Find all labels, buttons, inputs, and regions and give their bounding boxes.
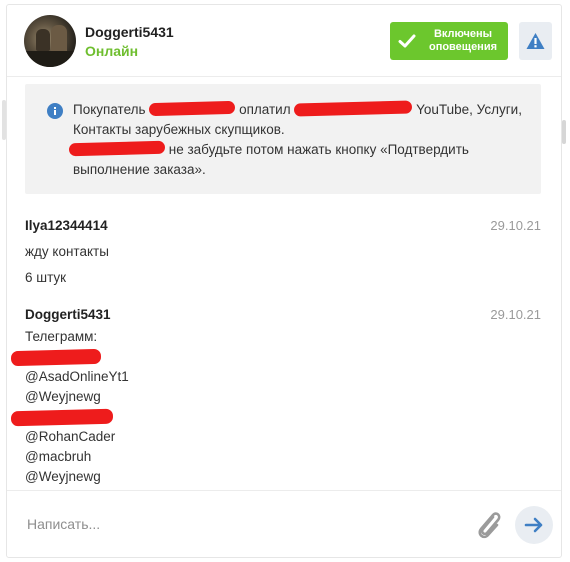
report-button[interactable] <box>519 22 552 60</box>
avatar[interactable] <box>24 15 76 67</box>
paperclip-icon <box>478 512 501 539</box>
message-input[interactable] <box>27 512 447 536</box>
message: Ilya12344414 29.10.21 жду контакты 6 шту… <box>25 218 541 288</box>
message-line: Телеграмм: <box>25 329 98 344</box>
redaction-mark <box>10 348 102 367</box>
redaction-mark <box>10 408 114 427</box>
message-composer <box>7 490 561 558</box>
message-line: 6 штук <box>25 270 67 285</box>
messages-area[interactable]: Покупатель оплатил YouTube, Услуги, Конт… <box>7 78 561 490</box>
page-scrollbar-right[interactable] <box>562 120 566 144</box>
chat-header: Doggerti5431 Онлайн Включены оповещения <box>7 5 561 77</box>
message-line: @AsadOnlineYt1 <box>25 369 129 384</box>
redaction-mark <box>68 140 166 157</box>
message-line: @Weyjnewg <box>25 469 101 484</box>
message-date: 29.10.21 <box>490 307 541 322</box>
message-line: @macbruh <box>25 449 92 464</box>
warning-icon <box>526 33 545 49</box>
chat-window: Doggerti5431 Онлайн Включены оповещения <box>6 4 562 558</box>
system-notice-text: Покупатель оплатил YouTube, Услуги, Конт… <box>68 100 531 180</box>
message-line: @RohanCader <box>25 429 116 444</box>
username[interactable]: Doggerti5431 <box>85 24 174 40</box>
redaction-mark <box>294 100 413 117</box>
attach-button[interactable] <box>473 508 503 540</box>
checkmark-icon <box>398 34 416 48</box>
message-line: жду контакты <box>25 244 109 259</box>
notice-part-1: Покупатель <box>73 102 146 117</box>
message-author[interactable]: Doggerti5431 <box>25 307 541 322</box>
arrow-right-icon <box>524 517 543 533</box>
message: Doggerti5431 29.10.21 Телеграмм: @AsadOn… <box>10 307 541 487</box>
system-notice: Покупатель оплатил YouTube, Услуги, Конт… <box>25 84 541 194</box>
message-date: 29.10.21 <box>490 218 541 233</box>
redacted-line <box>10 347 541 367</box>
online-status: Онлайн <box>85 43 139 59</box>
redaction-mark <box>149 100 236 117</box>
send-button[interactable] <box>515 506 553 544</box>
redacted-line <box>10 407 541 427</box>
notifications-label: Включены оповещения <box>428 28 498 53</box>
notice-part-2: оплатил <box>239 102 291 117</box>
notifications-enabled-button[interactable]: Включены оповещения <box>390 22 508 60</box>
info-icon <box>47 103 63 119</box>
message-author[interactable]: Ilya12344414 <box>25 218 541 233</box>
message-line: @Weyjnewg <box>25 389 101 404</box>
